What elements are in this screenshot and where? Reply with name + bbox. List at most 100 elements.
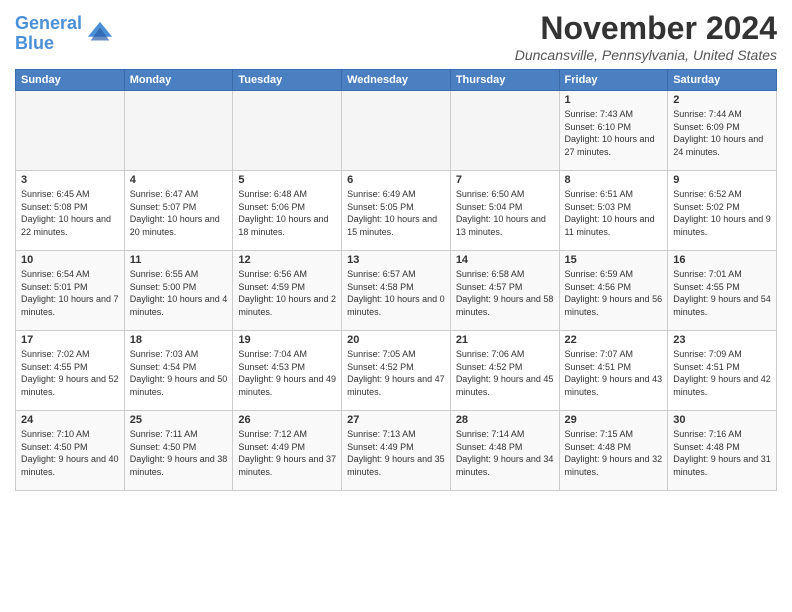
table-row [342,91,451,171]
day-number: 8 [565,174,663,186]
cell-info: Sunrise: 6:52 AM Sunset: 5:02 PM Dayligh… [673,188,771,238]
table-row [450,91,559,171]
table-row: 30Sunrise: 7:16 AM Sunset: 4:48 PM Dayli… [668,411,777,491]
day-number: 4 [130,174,228,186]
cell-info: Sunrise: 6:58 AM Sunset: 4:57 PM Dayligh… [456,268,554,318]
day-number: 9 [673,174,771,186]
day-number: 3 [21,174,119,186]
day-number: 24 [21,414,119,426]
day-number: 30 [673,414,771,426]
table-row [16,91,125,171]
cell-info: Sunrise: 7:44 AM Sunset: 6:09 PM Dayligh… [673,108,771,158]
cell-info: Sunrise: 6:56 AM Sunset: 4:59 PM Dayligh… [238,268,336,318]
cell-info: Sunrise: 7:09 AM Sunset: 4:51 PM Dayligh… [673,348,771,398]
table-row: 11 Sunrise: 6:55 AM Sunset: 5:00 PM Dayli… [124,251,233,331]
cell-info: Sunrise: 7:06 AM Sunset: 4:52 PM Dayligh… [456,348,554,398]
table-row: 12 Sunrise: 6:56 AM Sunset: 4:59 PM Dayli… [233,251,342,331]
cell-info: Sunrise: 7:04 AM Sunset: 4:53 PM Dayligh… [238,348,336,398]
day-number: 28 [456,414,554,426]
table-row: 13 Sunrise: 6:57 AM Sunset: 4:58 PM Dayli… [342,251,451,331]
day-number: 12 [238,254,336,266]
calendar-table: Sunday Monday Tuesday Wednesday Thursday… [15,69,777,491]
table-row [233,91,342,171]
title-area: November 2024 Duncansville, Pennsylvania… [515,10,777,63]
day-number: 19 [238,334,336,346]
table-row: 4 Sunrise: 6:47 AM Sunset: 5:07 PM Daylig… [124,171,233,251]
table-row: 22 Sunrise: 7:07 AM Sunset: 4:51 PM Dayli… [559,331,668,411]
cell-info: Sunrise: 6:54 AM Sunset: 5:01 PM Dayligh… [21,268,119,318]
calendar-week-row: 24 Sunrise: 7:10 AM Sunset: 4:50 PM Dayli… [16,411,777,491]
day-number: 5 [238,174,336,186]
table-row: 26 Sunrise: 7:12 AM Sunset: 4:49 PM Dayli… [233,411,342,491]
table-row: 25 Sunrise: 7:11 AM Sunset: 4:50 PM Dayli… [124,411,233,491]
day-number: 25 [130,414,228,426]
table-row: 18Sunrise: 7:03 AM Sunset: 4:54 PM Dayli… [124,331,233,411]
cell-info: Sunrise: 6:47 AM Sunset: 5:07 PM Dayligh… [130,188,228,238]
table-row: 7 Sunrise: 6:50 AM Sunset: 5:04 PM Daylig… [450,171,559,251]
cell-info: Sunrise: 7:01 AM Sunset: 4:55 PM Dayligh… [673,268,771,318]
day-number: 23 [673,334,771,346]
day-number: 13 [347,254,445,266]
day-number: 15 [565,254,663,266]
day-number: 17 [21,334,119,346]
header-thursday: Thursday [450,70,559,91]
header: GeneralBlue November 2024 Duncansville, … [15,10,777,63]
header-monday: Monday [124,70,233,91]
cell-info: Sunrise: 6:51 AM Sunset: 5:03 PM Dayligh… [565,188,663,238]
day-number: 7 [456,174,554,186]
day-number: 10 [21,254,119,266]
table-row: 6 Sunrise: 6:49 AM Sunset: 5:05 PM Daylig… [342,171,451,251]
calendar-week-row: 1 Sunrise: 7:43 AM Sunset: 6:10 PM Daylig… [16,91,777,171]
day-number: 2 [673,94,771,106]
calendar-week-row: 10 Sunrise: 6:54 AM Sunset: 5:01 PM Dayli… [16,251,777,331]
cell-info: Sunrise: 6:48 AM Sunset: 5:06 PM Dayligh… [238,188,336,238]
cell-info: Sunrise: 7:14 AM Sunset: 4:48 PM Dayligh… [456,428,554,478]
day-number: 6 [347,174,445,186]
page: GeneralBlue November 2024 Duncansville, … [0,0,792,612]
table-row: 19 Sunrise: 7:04 AM Sunset: 4:53 PM Dayli… [233,331,342,411]
calendar-week-row: 17 Sunrise: 7:02 AM Sunset: 4:55 PM Dayli… [16,331,777,411]
cell-info: Sunrise: 7:07 AM Sunset: 4:51 PM Dayligh… [565,348,663,398]
table-row: 15 Sunrise: 6:59 AM Sunset: 4:56 PM Dayli… [559,251,668,331]
table-row [124,91,233,171]
table-row: 14 Sunrise: 6:58 AM Sunset: 4:57 PM Dayli… [450,251,559,331]
cell-info: Sunrise: 7:43 AM Sunset: 6:10 PM Dayligh… [565,108,663,158]
table-row: 2 Sunrise: 7:44 AM Sunset: 6:09 PM Daylig… [668,91,777,171]
logo-text: GeneralBlue [15,14,82,54]
header-sunday: Sunday [16,70,125,91]
day-number: 1 [565,94,663,106]
cell-info: Sunrise: 6:57 AM Sunset: 4:58 PM Dayligh… [347,268,445,318]
cell-info: Sunrise: 7:12 AM Sunset: 4:49 PM Dayligh… [238,428,336,478]
cell-info: Sunrise: 6:50 AM Sunset: 5:04 PM Dayligh… [456,188,554,238]
table-row: 24 Sunrise: 7:10 AM Sunset: 4:50 PM Dayli… [16,411,125,491]
day-number: 21 [456,334,554,346]
table-row: 20 Sunrise: 7:05 AM Sunset: 4:52 PM Dayli… [342,331,451,411]
cell-info: Sunrise: 7:11 AM Sunset: 4:50 PM Dayligh… [130,428,228,478]
cell-info: Sunrise: 7:02 AM Sunset: 4:55 PM Dayligh… [21,348,119,398]
day-number: 22 [565,334,663,346]
cell-info: Sunrise: 7:10 AM Sunset: 4:50 PM Dayligh… [21,428,119,478]
table-row: 23 Sunrise: 7:09 AM Sunset: 4:51 PM Dayli… [668,331,777,411]
table-row: 27Sunrise: 7:13 AM Sunset: 4:49 PM Dayli… [342,411,451,491]
header-tuesday: Tuesday [233,70,342,91]
cell-info: Sunrise: 6:45 AM Sunset: 5:08 PM Dayligh… [21,188,119,238]
cell-info: Sunrise: 7:13 AM Sunset: 4:49 PM Dayligh… [347,428,445,478]
header-saturday: Saturday [668,70,777,91]
cell-info: Sunrise: 7:03 AM Sunset: 4:54 PM Dayligh… [130,348,228,398]
table-row: 21 Sunrise: 7:06 AM Sunset: 4:52 PM Dayli… [450,331,559,411]
day-number: 16 [673,254,771,266]
day-number: 20 [347,334,445,346]
day-number: 14 [456,254,554,266]
location: Duncansville, Pennsylvania, United State… [515,47,777,63]
table-row: 1 Sunrise: 7:43 AM Sunset: 6:10 PM Daylig… [559,91,668,171]
cell-info: Sunrise: 6:55 AM Sunset: 5:00 PM Dayligh… [130,268,228,318]
cell-info: Sunrise: 6:59 AM Sunset: 4:56 PM Dayligh… [565,268,663,318]
cell-info: Sunrise: 7:05 AM Sunset: 4:52 PM Dayligh… [347,348,445,398]
day-number: 11 [130,254,228,266]
table-row: 8 Sunrise: 6:51 AM Sunset: 5:03 PM Daylig… [559,171,668,251]
day-number: 26 [238,414,336,426]
header-wednesday: Wednesday [342,70,451,91]
month-title: November 2024 [515,10,777,47]
table-row: 5 Sunrise: 6:48 AM Sunset: 5:06 PM Daylig… [233,171,342,251]
cell-info: Sunrise: 6:49 AM Sunset: 5:05 PM Dayligh… [347,188,445,238]
